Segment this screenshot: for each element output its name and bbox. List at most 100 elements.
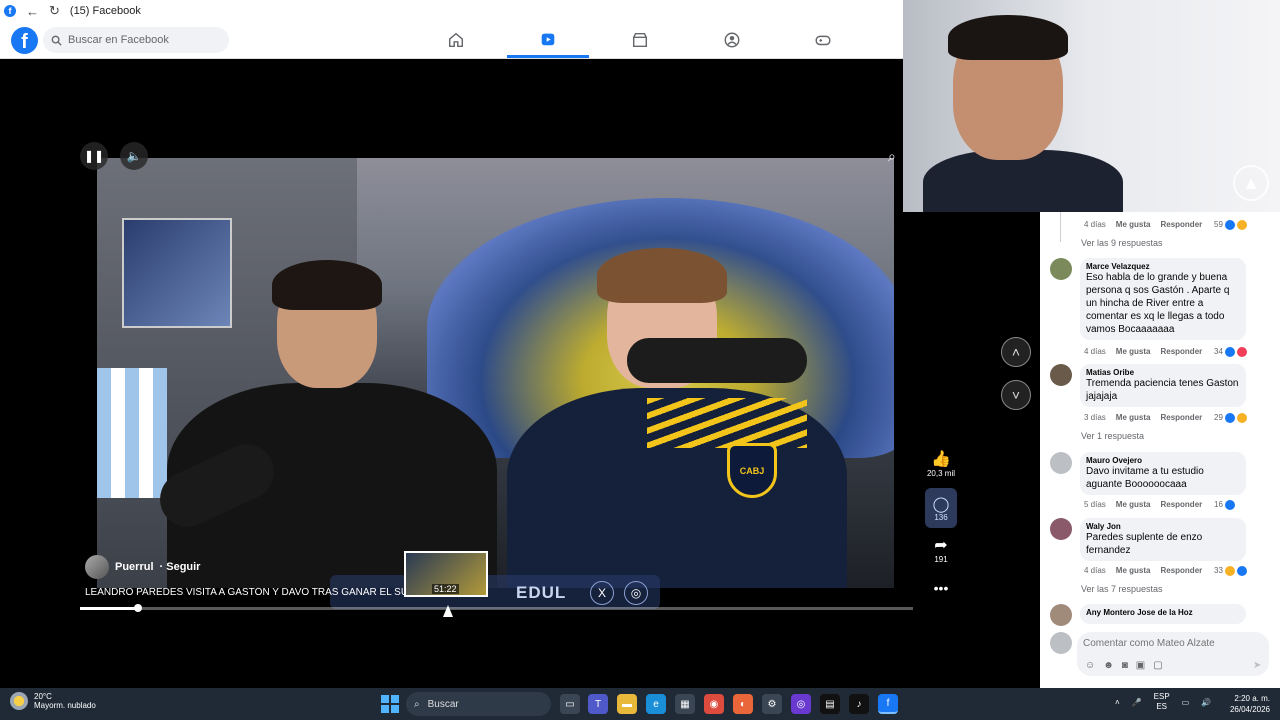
stream-logo-icon: ▲: [1233, 165, 1269, 201]
comment-button[interactable]: ◯ 136: [925, 488, 957, 528]
language-indicator[interactable]: ESP ES: [1154, 692, 1170, 712]
like-link[interactable]: Me gusta: [1116, 220, 1151, 229]
teams-icon[interactable]: T: [588, 694, 608, 714]
reload-icon[interactable]: ↻: [49, 3, 60, 19]
reaction-count-value: 29: [1214, 413, 1223, 422]
video-scene-person-right: CABJ: [497, 248, 857, 588]
tiktok-icon[interactable]: ♪: [849, 694, 869, 714]
tab-marketplace[interactable]: [599, 22, 681, 58]
view-replies-link[interactable]: Ver las 9 respuestas: [1081, 238, 1163, 248]
haha-reaction-icon: [1236, 412, 1247, 423]
avatar-sticker-icon[interactable]: ☺: [1085, 660, 1095, 671]
sticker-icon[interactable]: ▢: [1153, 660, 1162, 671]
back-arrow-icon[interactable]: ←: [26, 4, 39, 19]
search-input[interactable]: Buscar en Facebook: [68, 34, 169, 46]
microphone-icon[interactable]: 🎤: [1132, 698, 1142, 707]
comment-author[interactable]: Matias Oribe: [1086, 368, 1240, 377]
reply-link[interactable]: Responder: [1160, 220, 1202, 229]
reply-link[interactable]: Responder: [1160, 566, 1202, 575]
clock[interactable]: 2:20 a. m. 26/04/2026: [1226, 693, 1270, 715]
share-button[interactable]: ➦ 191: [920, 537, 962, 564]
channel-info[interactable]: Puerrul · Seguir: [85, 555, 200, 579]
app-icon[interactable]: ◎: [791, 694, 811, 714]
comment-author[interactable]: Marce Velazquez: [1086, 262, 1240, 271]
chrome-icon[interactable]: ◉: [704, 694, 724, 714]
keyboard-layout: ES: [1156, 702, 1167, 711]
comment-meta: 3 días Me gusta Responder 29: [1084, 412, 1247, 423]
emoji-icon[interactable]: ☻: [1103, 660, 1114, 671]
avatar[interactable]: [1050, 604, 1072, 626]
like-link[interactable]: Me gusta: [1116, 413, 1151, 422]
follow-button[interactable]: · Seguir: [160, 561, 201, 573]
tv-app-icon[interactable]: ▤: [820, 694, 840, 714]
like-link[interactable]: Me gusta: [1116, 500, 1151, 509]
file-explorer-icon[interactable]: ▬: [617, 694, 637, 714]
reply-link[interactable]: Responder: [1160, 500, 1202, 509]
instagram-logo-icon: ◎: [624, 581, 648, 605]
volume-icon[interactable]: 🔊: [1201, 698, 1211, 707]
home-icon: [448, 32, 464, 48]
gif-icon[interactable]: ▣: [1136, 660, 1145, 671]
reply-link[interactable]: Responder: [1160, 347, 1202, 356]
reaction-count: 16: [1214, 499, 1235, 510]
tab-home[interactable]: [415, 22, 497, 58]
view-replies-link[interactable]: Ver 1 respuesta: [1081, 431, 1144, 441]
firefox-icon[interactable]: ◐: [733, 694, 753, 714]
reply-link[interactable]: Responder: [1160, 413, 1202, 422]
comments-panel[interactable]: 4 días Me gusta Responder 59 Ver las 9 r…: [1040, 212, 1280, 688]
video-scene-jersey: [97, 368, 167, 498]
settings-icon[interactable]: ⚙: [762, 694, 782, 714]
zoom-search-icon[interactable]: ⌕: [888, 148, 896, 165]
previous-video-button[interactable]: ˄: [1001, 337, 1031, 367]
comment-text: Tremenda paciencia tenes Gaston jajajaja: [1086, 378, 1239, 402]
like-button[interactable]: 👍 20,3 mil: [920, 451, 962, 478]
search-box[interactable]: Buscar en Facebook: [43, 27, 229, 53]
comment-input-wrapper[interactable]: ☺ ☻ ◙ ▣ ▢ ➤: [1077, 632, 1269, 676]
tab-groups[interactable]: [691, 22, 773, 58]
send-icon[interactable]: ➤: [1253, 660, 1261, 671]
facebook-logo-icon[interactable]: f: [11, 27, 38, 54]
start-button[interactable]: [381, 695, 399, 713]
task-view-icon[interactable]: ▭: [560, 694, 580, 714]
language-code: ESP: [1153, 692, 1170, 701]
like-link[interactable]: Me gusta: [1116, 347, 1151, 356]
comment-author[interactable]: Mauro Ovejero: [1086, 456, 1240, 465]
more-options-button[interactable]: •••: [920, 580, 962, 596]
groups-icon: [724, 32, 740, 48]
progress-bar[interactable]: [80, 607, 913, 610]
avatar[interactable]: [1050, 452, 1072, 474]
channel-avatar[interactable]: [85, 555, 109, 579]
mouse-cursor-icon: [443, 605, 453, 617]
clock-time: 2:20 a. m.: [1234, 694, 1270, 703]
channel-name[interactable]: Puerrul: [115, 561, 154, 573]
tab-video[interactable]: [507, 22, 589, 58]
edge-icon[interactable]: e: [646, 694, 666, 714]
comment-author[interactable]: Any Montero Jose de la Hoz: [1086, 608, 1240, 617]
weather-widget[interactable]: 20°C Mayorm. nublado: [10, 692, 96, 710]
comment-author[interactable]: Waly Jon: [1086, 522, 1240, 531]
tab-gaming[interactable]: [782, 22, 864, 58]
like-link[interactable]: Me gusta: [1116, 566, 1151, 575]
comment-input[interactable]: [1083, 638, 1263, 649]
reaction-count: 29: [1214, 412, 1247, 423]
facebook-favicon-icon: f: [4, 5, 16, 17]
avatar[interactable]: [1050, 518, 1072, 540]
comment-meta: 4 días Me gusta Responder 59: [1084, 219, 1247, 230]
chevron-up-icon[interactable]: ˄: [1115, 698, 1120, 707]
camera-icon[interactable]: ◙: [1122, 660, 1128, 671]
avatar[interactable]: [1050, 364, 1072, 386]
facebook-taskbar-icon[interactable]: f: [878, 694, 898, 714]
network-icon[interactable]: ▭: [1182, 698, 1190, 707]
pause-button[interactable]: ❚❚: [80, 142, 108, 170]
video-player[interactable]: CABJ: [97, 158, 894, 588]
view-replies-link[interactable]: Ver las 7 respuestas: [1081, 584, 1163, 594]
avatar[interactable]: [1050, 258, 1072, 280]
next-video-button[interactable]: ˅: [1001, 380, 1031, 410]
taskbar-search[interactable]: ⌕ Buscar: [406, 692, 551, 716]
temperature: 20°C: [34, 692, 52, 701]
store-icon[interactable]: ▦: [675, 694, 695, 714]
volume-button[interactable]: 🔈: [120, 142, 148, 170]
avatar[interactable]: [1050, 632, 1072, 654]
share-arrow-icon: ➦: [934, 537, 948, 554]
search-icon: ⌕: [414, 698, 420, 710]
